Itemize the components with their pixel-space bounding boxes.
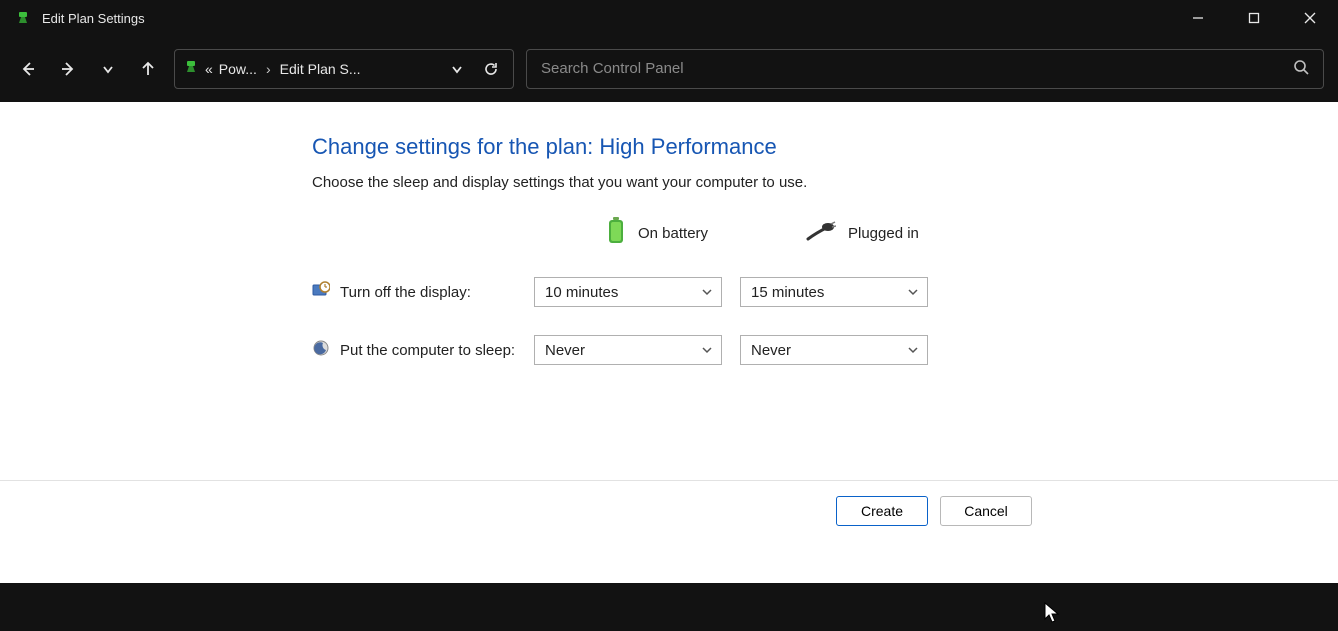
search-icon — [1293, 59, 1309, 79]
display-row-label: Turn off the display: — [340, 284, 471, 301]
sleep-plugged-value: Never — [751, 342, 791, 359]
on-battery-label: On battery — [638, 225, 708, 242]
breadcrumb-power-options[interactable]: Pow... — [219, 61, 257, 77]
forward-button[interactable] — [54, 55, 82, 83]
recent-locations-button[interactable] — [94, 55, 122, 83]
navigation-toolbar: « Pow... › Edit Plan S... — [0, 36, 1338, 102]
refresh-button[interactable] — [477, 55, 505, 83]
search-input[interactable] — [541, 60, 1309, 77]
plugged-in-column: Plugged in — [782, 217, 982, 249]
sleep-row: Put the computer to sleep: Never Never — [312, 335, 1338, 365]
search-box[interactable] — [526, 49, 1324, 89]
address-history-dropdown[interactable] — [443, 55, 471, 83]
on-battery-column: On battery — [574, 217, 782, 249]
display-plugged-select[interactable]: 15 minutes — [740, 277, 928, 307]
create-button[interactable]: Create — [836, 496, 928, 526]
power-options-icon — [14, 9, 32, 27]
display-battery-select[interactable]: 10 minutes — [534, 277, 722, 307]
maximize-button[interactable] — [1226, 0, 1282, 36]
display-plugged-value: 15 minutes — [751, 284, 824, 301]
column-headers: On battery Plugged in — [312, 217, 1338, 249]
power-options-icon — [183, 59, 199, 78]
display-timer-icon — [312, 281, 330, 303]
titlebar: Edit Plan Settings — [0, 0, 1338, 36]
page-heading: Change settings for the plan: High Perfo… — [312, 134, 1338, 160]
sleep-icon — [312, 339, 330, 361]
plugged-in-label: Plugged in — [848, 225, 919, 242]
display-battery-value: 10 minutes — [545, 284, 618, 301]
plug-icon — [806, 221, 836, 245]
page-subheading: Choose the sleep and display settings th… — [312, 174, 1338, 191]
up-button[interactable] — [134, 55, 162, 83]
chevron-right-icon: › — [266, 61, 271, 77]
footer: Create Cancel — [0, 480, 1338, 540]
sleep-row-label: Put the computer to sleep: — [340, 342, 515, 359]
content-pane: Change settings for the plan: High Perfo… — [0, 102, 1338, 583]
breadcrumb-chevrons[interactable]: « — [205, 61, 213, 77]
back-button[interactable] — [14, 55, 42, 83]
close-button[interactable] — [1282, 0, 1338, 36]
minimize-button[interactable] — [1170, 0, 1226, 36]
window-title: Edit Plan Settings — [42, 11, 145, 26]
breadcrumb-edit-plan[interactable]: Edit Plan S... — [280, 61, 361, 77]
display-row: Turn off the display: 10 minutes 15 minu… — [312, 277, 1338, 307]
sleep-battery-value: Never — [545, 342, 585, 359]
battery-icon — [606, 217, 626, 249]
mouse-cursor-icon — [1044, 602, 1062, 631]
cancel-button[interactable]: Cancel — [940, 496, 1032, 526]
sleep-plugged-select[interactable]: Never — [740, 335, 928, 365]
address-bar[interactable]: « Pow... › Edit Plan S... — [174, 49, 514, 89]
sleep-battery-select[interactable]: Never — [534, 335, 722, 365]
